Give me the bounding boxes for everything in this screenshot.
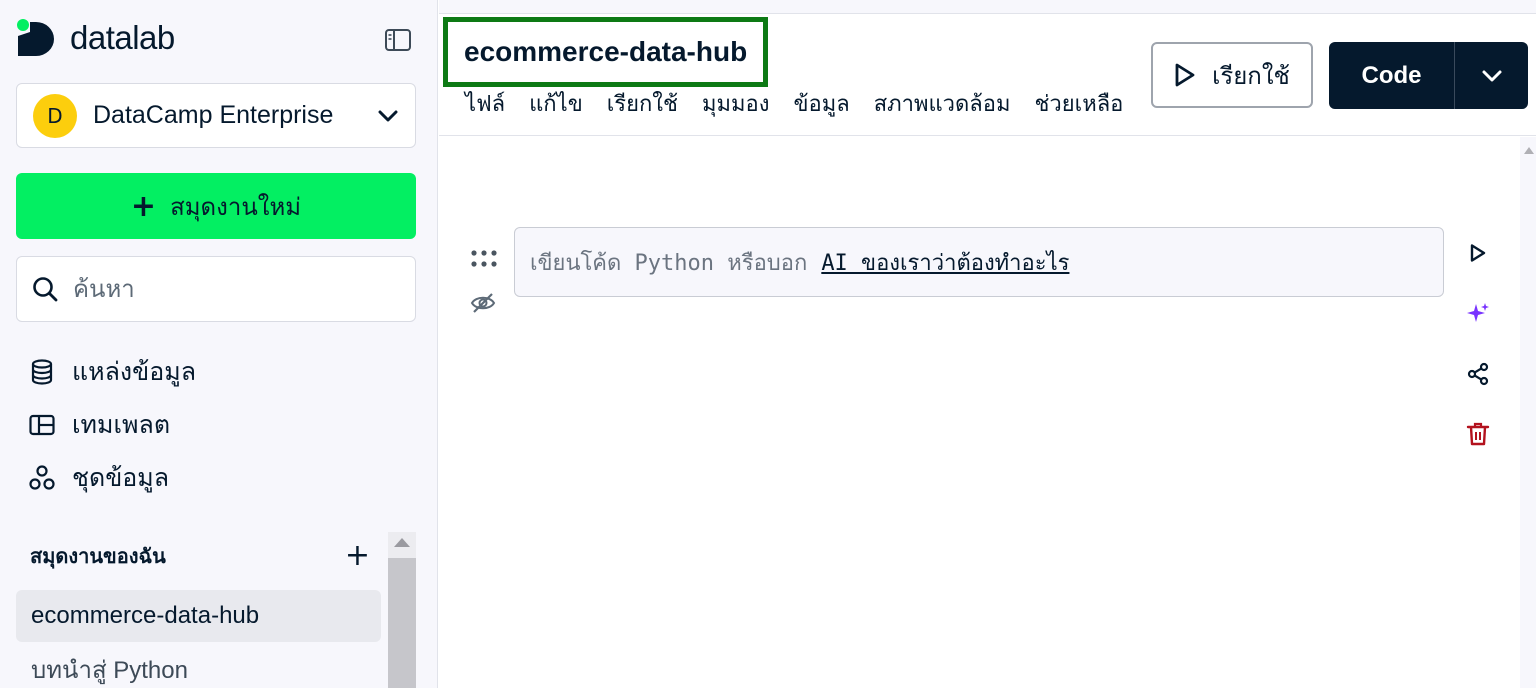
- cell-placeholder: เขียนโค้ด Python หรือบอก: [530, 250, 808, 276]
- top-strip: [439, 0, 1536, 14]
- share-cell-button[interactable]: [1464, 360, 1492, 388]
- sidebar-item-templates[interactable]: เทมเพลต: [28, 405, 170, 445]
- chevron-down-icon: [1482, 70, 1501, 81]
- search-icon: [33, 277, 58, 302]
- menu-environment[interactable]: สภาพแวดล้อม: [874, 86, 1011, 121]
- datalab-logo[interactable]: datalab: [16, 18, 175, 58]
- main-scrollbar[interactable]: [1520, 137, 1536, 688]
- sparkle-icon: [1467, 303, 1489, 322]
- menu-edit[interactable]: แก้ไข: [529, 86, 583, 121]
- run-button[interactable]: เรียกใช้: [1151, 42, 1313, 108]
- ai-assistant-link[interactable]: AI ของเราว่าต้องทำอะไร: [821, 245, 1069, 280]
- sidebar-item-label: แหล่งข้อมูล: [72, 357, 197, 386]
- run-cell-button[interactable]: [1464, 239, 1492, 267]
- sidebar-item-data-sources[interactable]: แหล่งข้อมูล: [28, 352, 196, 392]
- search-box[interactable]: [16, 256, 416, 322]
- run-button-label: เรียกใช้: [1212, 61, 1290, 90]
- sidebar-item-datasets[interactable]: ชุดข้อมูล: [28, 458, 169, 498]
- menu-data[interactable]: ข้อมูล: [793, 86, 849, 121]
- chevron-down-icon: [378, 110, 398, 121]
- my-notebooks-header: สมุดงานของฉัน +: [30, 540, 370, 572]
- menu-run[interactable]: เรียกใช้: [607, 86, 678, 121]
- delete-cell-button[interactable]: [1464, 420, 1492, 448]
- notebook-item[interactable]: บทนำสู่ Python: [16, 643, 381, 688]
- cell-type-dropdown[interactable]: [1455, 42, 1528, 109]
- notebook-header: ecommerce-data-hub ไฟล์ แก้ไข เรียกใช้ ม…: [439, 0, 1536, 136]
- dataset-icon: [29, 465, 55, 490]
- code-button-label[interactable]: Code: [1329, 42, 1455, 109]
- org-name: DataCamp Enterprise: [93, 101, 334, 129]
- sidebar-item-label: เทมเพลต: [72, 410, 171, 439]
- new-notebook-button[interactable]: + สมุดงานใหม่: [16, 173, 416, 239]
- add-notebook-icon[interactable]: +: [345, 541, 370, 571]
- database-icon: [31, 359, 53, 385]
- search-input[interactable]: [73, 275, 393, 303]
- notebook-canvas: [439, 137, 1519, 688]
- sidebar: datalab D DataCamp Enterprise + สมุดงานใ…: [0, 0, 438, 688]
- menu-view[interactable]: มุมมอง: [702, 86, 769, 121]
- menu-bar: ไฟล์ แก้ไข เรียกใช้ มุมมอง ข้อมูล สภาพแว…: [465, 86, 1147, 121]
- menu-help[interactable]: ช่วยเหลือ: [1035, 86, 1124, 121]
- notebook-title-text: ecommerce-data-hub: [464, 36, 748, 67]
- scroll-up-arrow[interactable]: [1524, 147, 1534, 154]
- eye-off-icon[interactable]: [470, 291, 496, 315]
- sidebar-collapse-icon[interactable]: [384, 28, 412, 52]
- menu-file[interactable]: ไฟล์: [465, 86, 505, 121]
- new-notebook-label: สมุดงานใหม่: [170, 192, 302, 221]
- notebook-item-active[interactable]: ecommerce-data-hub: [16, 590, 381, 642]
- drag-handle-icon[interactable]: [470, 248, 498, 270]
- org-avatar: D: [33, 93, 77, 138]
- datalab-logo-icon: [17, 19, 54, 56]
- logo-text: datalab: [70, 19, 175, 56]
- code-cell-input[interactable]: เขียนโค้ด Python หรือบอก AI ของเราว่าต้อ…: [514, 227, 1444, 297]
- trash-icon: [1466, 422, 1490, 446]
- scroll-up-arrow[interactable]: [394, 538, 410, 547]
- play-icon: [1175, 63, 1195, 87]
- template-icon: [29, 414, 55, 436]
- scroll-thumb[interactable]: [388, 558, 416, 688]
- sidebar-scrollbar[interactable]: [388, 532, 416, 688]
- plus-icon: +: [130, 188, 157, 224]
- section-title: สมุดงานของฉัน: [30, 544, 166, 568]
- sidebar-item-label: ชุดข้อมูล: [72, 463, 170, 492]
- cell-type-button[interactable]: Code: [1329, 42, 1528, 109]
- share-icon: [1467, 362, 1489, 386]
- play-icon: [1470, 244, 1486, 262]
- ai-assist-button[interactable]: [1464, 300, 1492, 328]
- workspace-selector[interactable]: D DataCamp Enterprise: [16, 83, 416, 148]
- notebook-title[interactable]: ecommerce-data-hub: [443, 17, 769, 87]
